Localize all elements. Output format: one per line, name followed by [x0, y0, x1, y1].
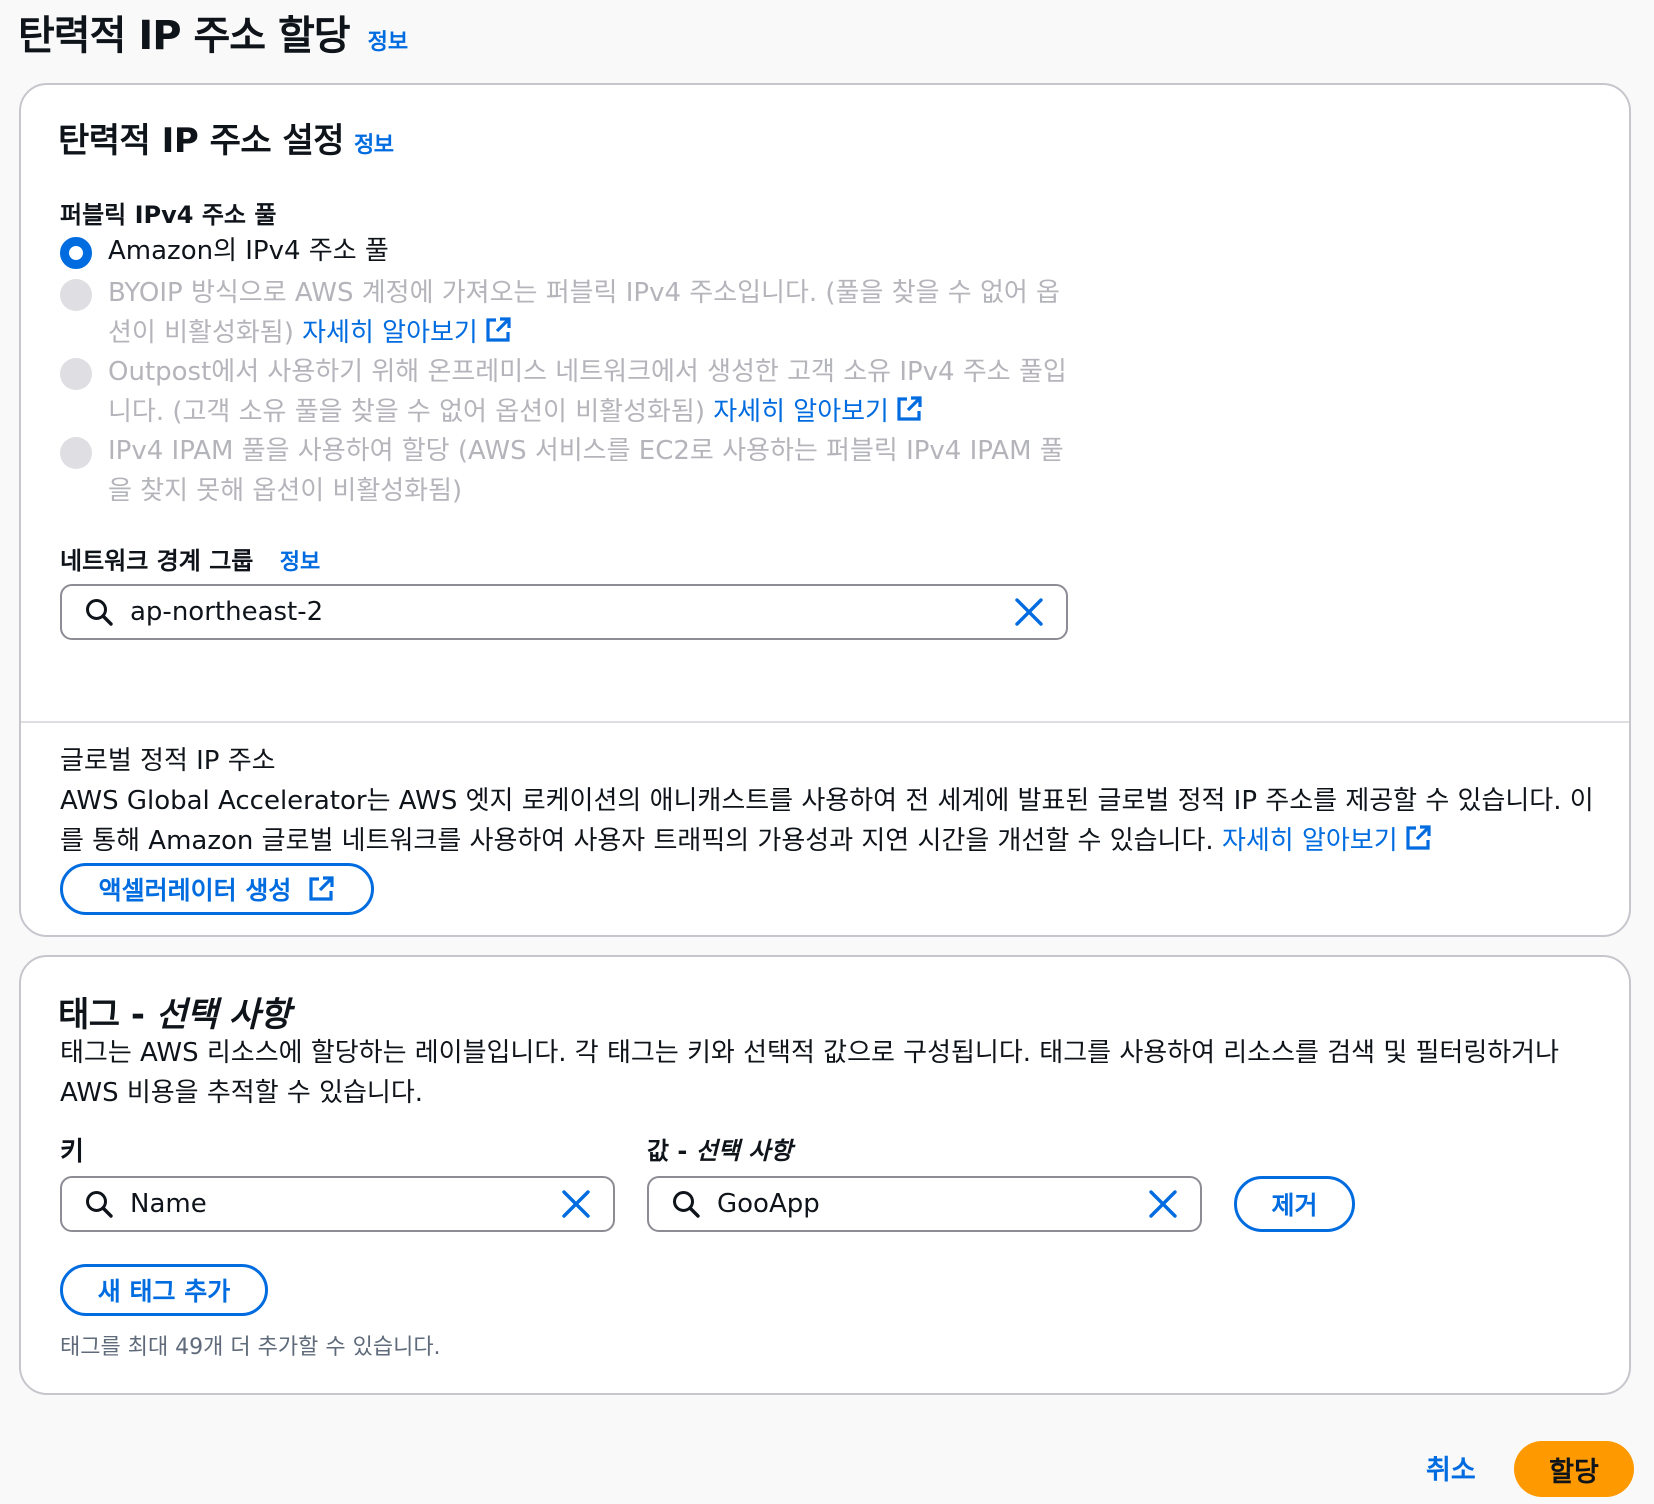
radio-option-text: Outpost에서 사용하기 위해 온프레미스 네트워크에서 생성한 고객 소유… — [108, 357, 1067, 427]
tags-panel: 태그 - 선택 사항 태그는 AWS 리소스에 할당하는 레이블입니다. 각 태… — [19, 955, 1631, 1395]
remove-tag-button[interactable]: 제거 — [1234, 1176, 1355, 1232]
learn-more-link[interactable]: 자세히 알아보기 — [302, 317, 512, 348]
learn-more-link[interactable]: 자세히 알아보기 — [713, 396, 923, 427]
external-link-icon — [1406, 825, 1431, 850]
radio-button-disabled — [60, 279, 92, 311]
page-title: 탄력적 IP 주소 할당 — [18, 13, 351, 59]
tag-value-input[interactable]: GooApp — [647, 1176, 1202, 1232]
radio-button-disabled — [60, 358, 92, 390]
tags-title: 태그 - 선택 사항 — [58, 987, 291, 1036]
external-link-icon — [897, 396, 922, 421]
tags-title-optional: 선택 사항 — [155, 995, 291, 1035]
allocate-button[interactable]: 할당 — [1514, 1441, 1634, 1497]
learn-more-text: 자세히 알아보기 — [1221, 826, 1398, 856]
global-ip-description: AWS Global Accelerator는 AWS 엣지 로케이션의 애니캐… — [60, 781, 1600, 861]
clear-icon[interactable] — [561, 1189, 591, 1219]
add-tag-label: 새 태그 추가 — [97, 1277, 231, 1306]
radio-option-label: Amazon의 IPv4 주소 풀 — [108, 236, 389, 266]
page-header: 탄력적 IP 주소 할당 정보 — [18, 0, 408, 64]
search-icon — [673, 1191, 700, 1218]
settings-title: 탄력적 IP 주소 설정 정보 — [58, 113, 394, 162]
add-tag-button[interactable]: 새 태그 추가 — [60, 1264, 268, 1316]
radio-option-ipam-pool: IPv4 IPAM 풀을 사용하여 할당 (AWS 서비스를 EC2로 사용하는… — [60, 431, 1068, 511]
radio-option-outpost-pool: Outpost에서 사용하기 위해 온프레미스 네트워크에서 생성한 고객 소유… — [60, 352, 1068, 432]
radio-option-label: IPv4 IPAM 풀을 사용하여 할당 (AWS 서비스를 EC2로 사용하는… — [108, 436, 1064, 506]
tags-limit-hint: 태그를 최대 49개 더 추가할 수 있습니다. — [60, 1335, 441, 1360]
clear-icon[interactable] — [1148, 1189, 1178, 1219]
tag-value-value: GooApp — [717, 1189, 820, 1219]
page-info-link[interactable]: 정보 — [368, 24, 408, 56]
tag-key-input[interactable]: Name — [60, 1176, 615, 1232]
radio-option-label: Outpost에서 사용하기 위해 온프레미스 네트워크에서 생성한 고객 소유… — [108, 352, 1068, 432]
radio-option-byoip: BYOIP 방식으로 AWS 계정에 가져오는 퍼블릭 IPv4 주소입니다. … — [60, 273, 1068, 353]
border-group-select[interactable]: ap-northeast-2 — [60, 584, 1068, 640]
create-accelerator-button[interactable]: 액셀러레이터 생성 — [60, 863, 374, 915]
tag-key-value: Name — [130, 1189, 207, 1219]
radio-option-text: BYOIP 방식으로 AWS 계정에 가져오는 퍼블릭 IPv4 주소입니다. … — [108, 278, 1060, 348]
border-group-info-link[interactable]: 정보 — [280, 550, 320, 575]
section-divider — [21, 721, 1629, 723]
settings-title-text: 탄력적 IP 주소 설정 — [58, 121, 345, 161]
radio-option-amazon-pool[interactable]: Amazon의 IPv4 주소 풀 — [60, 231, 1068, 271]
border-group-label-text: 네트워크 경계 그룹 — [60, 547, 254, 575]
cancel-button[interactable]: 취소 — [1426, 1448, 1476, 1487]
global-ip-title: 글로벌 정적 IP 주소 — [60, 746, 276, 776]
learn-more-link[interactable]: 자세히 알아보기 — [1221, 825, 1432, 856]
create-accelerator-label: 액셀러레이터 생성 — [98, 876, 292, 905]
clear-icon[interactable] — [1014, 597, 1044, 627]
settings-info-link[interactable]: 정보 — [354, 133, 394, 158]
border-group-label: 네트워크 경계 그룹 정보 — [60, 541, 320, 576]
tags-title-main: 태그 - — [58, 995, 156, 1035]
tags-description: 태그는 AWS 리소스에 할당하는 레이블입니다. 각 태그는 키와 선택적 값… — [60, 1038, 1560, 1108]
tag-value-label-main: 값 - — [647, 1137, 696, 1165]
tag-value-label: 값 - 선택 사항 — [647, 1131, 792, 1166]
external-link-icon — [486, 317, 511, 342]
allocate-label: 할당 — [1549, 1456, 1599, 1488]
border-group-value: ap-northeast-2 — [130, 597, 324, 627]
search-icon — [86, 1191, 113, 1218]
learn-more-text: 자세히 알아보기 — [302, 318, 478, 348]
radio-option-label: BYOIP 방식으로 AWS 계정에 가져오는 퍼블릭 IPv4 주소입니다. … — [108, 273, 1068, 353]
tag-key-label: 키 — [60, 1137, 84, 1167]
tag-value-label-optional: 선택 사항 — [695, 1137, 793, 1165]
radio-button-disabled — [60, 437, 92, 469]
remove-tag-label: 제거 — [1271, 1191, 1318, 1220]
radio-button-selected[interactable] — [60, 237, 92, 269]
search-icon — [86, 599, 113, 626]
external-link-icon — [309, 876, 334, 901]
pool-label: 퍼블릭 IPv4 주소 풀 — [60, 201, 277, 229]
learn-more-text: 자세히 알아보기 — [713, 397, 889, 427]
elastic-ip-settings-panel: 탄력적 IP 주소 설정 정보 퍼블릭 IPv4 주소 풀 Amazon의 IPv… — [19, 83, 1631, 937]
